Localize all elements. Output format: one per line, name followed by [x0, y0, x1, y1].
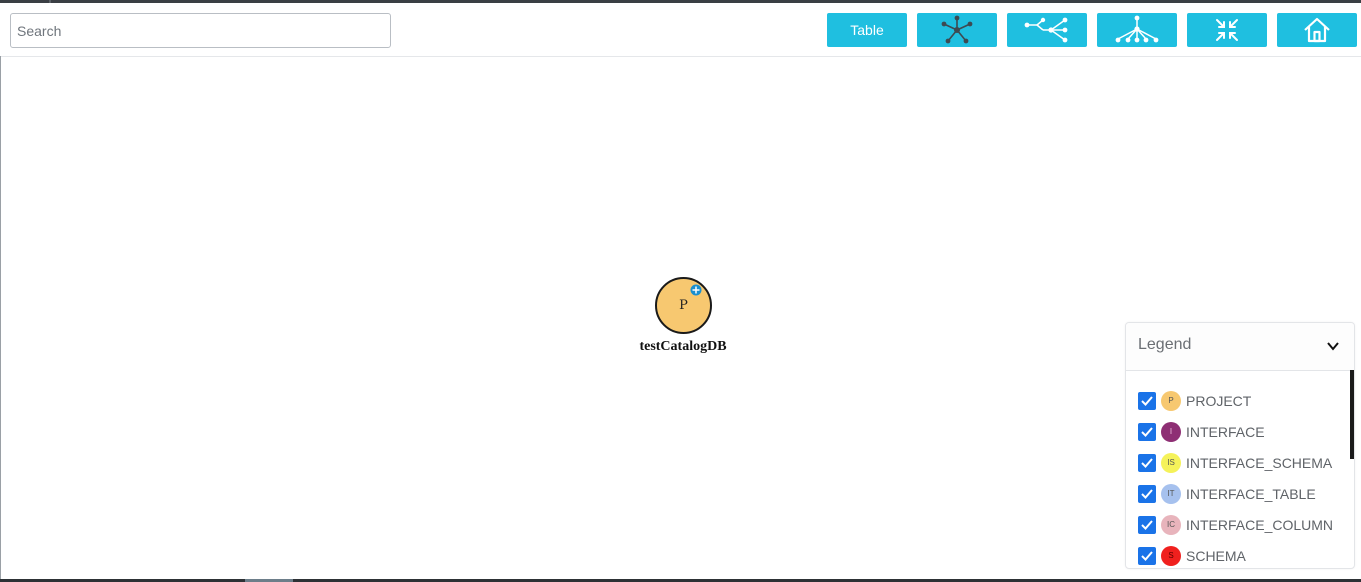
home-icon [1304, 17, 1330, 43]
checkmark-icon [1141, 395, 1153, 406]
search-input[interactable] [10, 13, 391, 48]
checkmark-icon [1141, 457, 1153, 468]
legend-item[interactable]: P PROJECT [1138, 385, 1333, 416]
table-view-button[interactable]: Table [827, 13, 907, 47]
checkmark-icon [1141, 426, 1153, 437]
tree-vertical-layout-button[interactable] [1097, 13, 1177, 47]
legend-checkbox[interactable] [1138, 453, 1156, 472]
legend-label: INTERFACE_COLUMN [1186, 516, 1334, 533]
chevron-down-icon[interactable] [1326, 339, 1340, 353]
legend-item[interactable]: IC INTERFACE_COLUMN [1138, 509, 1333, 540]
tree-horizontal-layout-button[interactable] [1007, 13, 1087, 47]
legend-label: INTERFACE_SCHEMA [1186, 454, 1333, 471]
collapse-button[interactable] [1187, 13, 1267, 47]
legend-checkbox[interactable] [1138, 546, 1156, 565]
legend-item[interactable]: S SCHEMA [1138, 540, 1333, 568]
radial-layout-button[interactable] [917, 13, 997, 47]
checkmark-icon [1141, 550, 1153, 561]
collapse-arrows-icon [1216, 19, 1238, 41]
legend-title: Legend [1138, 336, 1192, 353]
legend-label: PROJECT [1186, 392, 1252, 409]
checkmark-icon [1141, 519, 1153, 530]
legend-item[interactable]: IT INTERFACE_TABLE [1138, 478, 1333, 509]
legend-item[interactable]: I INTERFACE [1138, 416, 1333, 447]
star-graph-icon [941, 15, 973, 44]
legend-item[interactable]: IS INTERFACE_SCHEMA [1138, 447, 1333, 478]
legend-dot: P [1161, 390, 1181, 411]
horizontal-tree-icon [1024, 17, 1068, 43]
legend-dot: I [1161, 421, 1181, 442]
legend-dot: IS [1161, 452, 1181, 473]
legend-scrollbar[interactable] [1350, 370, 1354, 459]
legend-dot: IT [1161, 483, 1181, 504]
legend-checkbox[interactable] [1138, 515, 1156, 534]
legend-list: P PROJECT I INTERFACE IS INTERFACE_SCHEM… [1138, 385, 1333, 568]
legend-dot: IC [1161, 514, 1181, 535]
checkmark-icon [1141, 488, 1153, 499]
node-letter: P [679, 298, 688, 313]
legend-header[interactable]: Legend [1126, 323, 1354, 371]
legend-label: INTERFACE_TABLE [1186, 485, 1316, 502]
legend-checkbox[interactable] [1138, 484, 1156, 503]
vertical-tree-icon [1115, 15, 1159, 43]
graph-node-project[interactable]: P [655, 277, 712, 334]
toolbar: Table [0, 3, 1361, 57]
node-label: testCatalogDB [639, 339, 727, 354]
home-button[interactable] [1277, 13, 1357, 47]
legend-dot: S [1161, 545, 1181, 566]
legend-checkbox[interactable] [1138, 422, 1156, 441]
legend-checkbox[interactable] [1138, 391, 1156, 410]
legend-panel: Legend P PROJECT I INTERFACE IS INTERFAC… [1125, 322, 1355, 569]
legend-label: SCHEMA [1186, 547, 1246, 564]
legend-label: INTERFACE [1186, 423, 1265, 440]
expand-plus-icon[interactable] [690, 284, 702, 296]
